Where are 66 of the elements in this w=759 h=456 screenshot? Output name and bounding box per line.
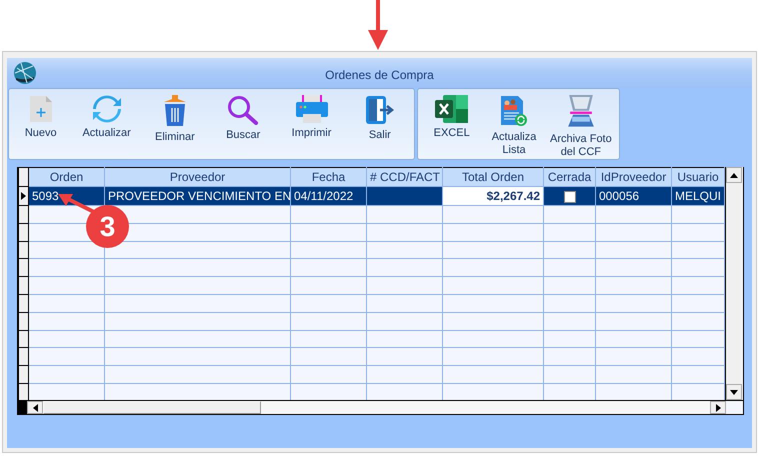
refresh-icon (90, 95, 123, 123)
toolbar-button[interactable]: Buscar (209, 95, 278, 159)
right-arrow-icon (716, 404, 720, 412)
empty-cell (544, 294, 596, 312)
left-arrow-icon (32, 404, 38, 412)
scanner-icon (566, 95, 596, 129)
toolbar-button[interactable]: Archiva Foto del CCF (542, 95, 619, 159)
up-arrow-icon (730, 172, 738, 178)
row-selector[interactable] (18, 223, 28, 242)
column-header[interactable]: Orden (28, 168, 104, 186)
scroll-right-button[interactable] (710, 401, 726, 414)
column-header[interactable]: Total Orden (442, 168, 544, 186)
scroll-left-button[interactable] (27, 401, 43, 414)
row-pointer-icon (21, 192, 26, 200)
empty-cell (544, 276, 596, 294)
toolbar-button[interactable]: Actualizar (72, 95, 141, 159)
column-header[interactable]: Proveedor (104, 168, 290, 186)
toolbar-button[interactable]: Actualiza Lista (485, 95, 543, 159)
search-icon (227, 95, 260, 125)
table-cell: 04/11/2022 (290, 186, 366, 206)
globe-icon (13, 61, 37, 85)
table-cell: 000056 (596, 186, 672, 206)
printer-icon (294, 95, 329, 123)
toolbar-button[interactable]: EXCEL (418, 95, 486, 159)
empty-cell (544, 312, 596, 330)
scroll-up-button[interactable] (726, 167, 742, 183)
column-header[interactable]: IdProveedor (596, 168, 672, 186)
scrollbar-thumb[interactable] (43, 401, 261, 414)
row-selector[interactable] (18, 186, 28, 206)
row-selector[interactable] (18, 348, 28, 366)
row-selector[interactable] (18, 294, 28, 312)
toolbar-button[interactable]: Imprimir (277, 95, 346, 159)
row-selector[interactable] (18, 312, 28, 330)
toolbar-button[interactable]: Eliminar (140, 95, 210, 159)
row-selector[interactable] (18, 366, 28, 384)
table-cell: MELQUI (672, 186, 724, 206)
empty-cell (544, 223, 596, 242)
window-title: Ordenes de Compra (325, 68, 434, 82)
scroll-down-button[interactable] (726, 384, 742, 400)
column-header[interactable]: Fecha (290, 168, 366, 186)
row-selector[interactable] (18, 276, 28, 294)
vertical-scrollbar[interactable] (725, 167, 742, 400)
empty-cell (544, 366, 596, 384)
row-selector[interactable] (18, 258, 28, 277)
empty-cell (544, 348, 596, 366)
exit-door-icon (364, 95, 395, 125)
new-document-icon (28, 95, 54, 123)
column-header[interactable]: # CCD/FACT (366, 168, 442, 186)
trash-icon (162, 95, 188, 127)
down-arrow-icon (730, 390, 738, 394)
column-header[interactable]: Cerrada (544, 168, 596, 186)
empty-cell (544, 330, 596, 348)
table-cell: $2,267.42 (442, 186, 544, 206)
row-selector[interactable] (18, 206, 28, 224)
checkbox[interactable] (564, 190, 576, 203)
spreadsheet-icon (434, 95, 469, 123)
row-selector[interactable] (18, 330, 28, 348)
empty-cell (544, 241, 596, 259)
empty-cell (544, 258, 596, 277)
column-header[interactable]: Usuario (672, 168, 724, 186)
horizontal-scrollbar[interactable] (18, 400, 743, 414)
new-button[interactable]: Nuevo (9, 95, 72, 159)
toolbar-button[interactable]: Salir (346, 95, 414, 159)
down-arrow (367, 0, 389, 50)
row-selector[interactable] (18, 241, 28, 259)
contact-list-icon (500, 95, 528, 127)
